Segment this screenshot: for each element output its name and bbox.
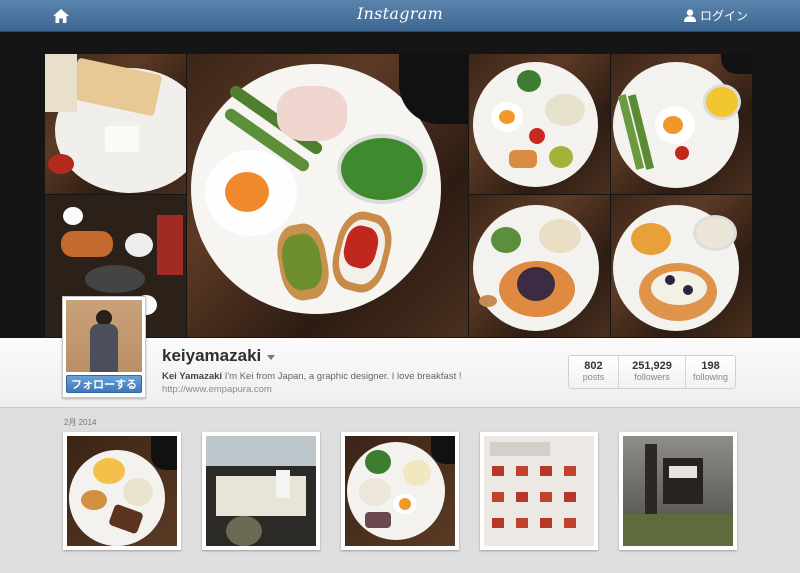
stat-posts[interactable]: 802 posts (569, 356, 619, 388)
stat-following[interactable]: 198 following (686, 356, 735, 388)
collage-photo[interactable] (469, 195, 610, 337)
profile-stats: 802 posts 251,929 followers 198 followin… (568, 355, 736, 389)
feed-photo[interactable] (480, 432, 598, 550)
stat-label: following (693, 372, 729, 382)
feed-photo[interactable] (63, 432, 181, 550)
collage-photo[interactable] (469, 54, 610, 194)
stat-label: posts (582, 372, 605, 382)
feed-photo-image (484, 436, 594, 546)
collage-photo[interactable] (611, 195, 752, 337)
username-text: keiyamazaki (162, 346, 262, 365)
stat-label: followers (634, 372, 670, 382)
collage-photo-featured[interactable] (187, 54, 468, 337)
feed-photo-image (67, 436, 177, 546)
feed-photo-image (623, 436, 733, 546)
top-navbar: Instagram ログイン (0, 0, 800, 32)
stat-number: 251,929 (632, 360, 672, 372)
hero-photo-collage (0, 32, 800, 338)
full-name: Kei Yamazaki (162, 371, 223, 382)
collage-photo[interactable] (611, 54, 752, 194)
profile-avatar-card: フォローする (62, 296, 146, 398)
login-label: ログイン (699, 9, 748, 23)
stat-number: 802 (584, 360, 603, 372)
username[interactable]: keiyamazaki (162, 346, 276, 366)
feed-photo[interactable] (619, 432, 737, 550)
chevron-down-icon[interactable] (267, 354, 276, 360)
website-link[interactable]: http://www.empapura.com (162, 384, 272, 395)
bio-text: I'm Kei from Japan, a graphic designer. … (224, 371, 462, 382)
date-label: 2月 2014 (64, 418, 97, 427)
avatar[interactable] (66, 300, 142, 372)
instagram-logo[interactable]: Instagram (0, 4, 800, 23)
stat-followers[interactable]: 251,929 followers (619, 356, 687, 388)
feed-photo[interactable] (341, 432, 459, 550)
bio: Kei Yamazaki I'm Kei from Japan, a graph… (162, 371, 461, 382)
stat-number: 198 (701, 360, 720, 372)
login-link[interactable]: ログイン (683, 7, 748, 24)
follow-button[interactable]: フォローする (66, 375, 142, 393)
collage-photo[interactable] (45, 54, 186, 194)
feed-photo-image (345, 436, 455, 546)
user-icon (683, 9, 696, 22)
feed-photo-image (206, 436, 316, 546)
feed-photo[interactable] (202, 432, 320, 550)
